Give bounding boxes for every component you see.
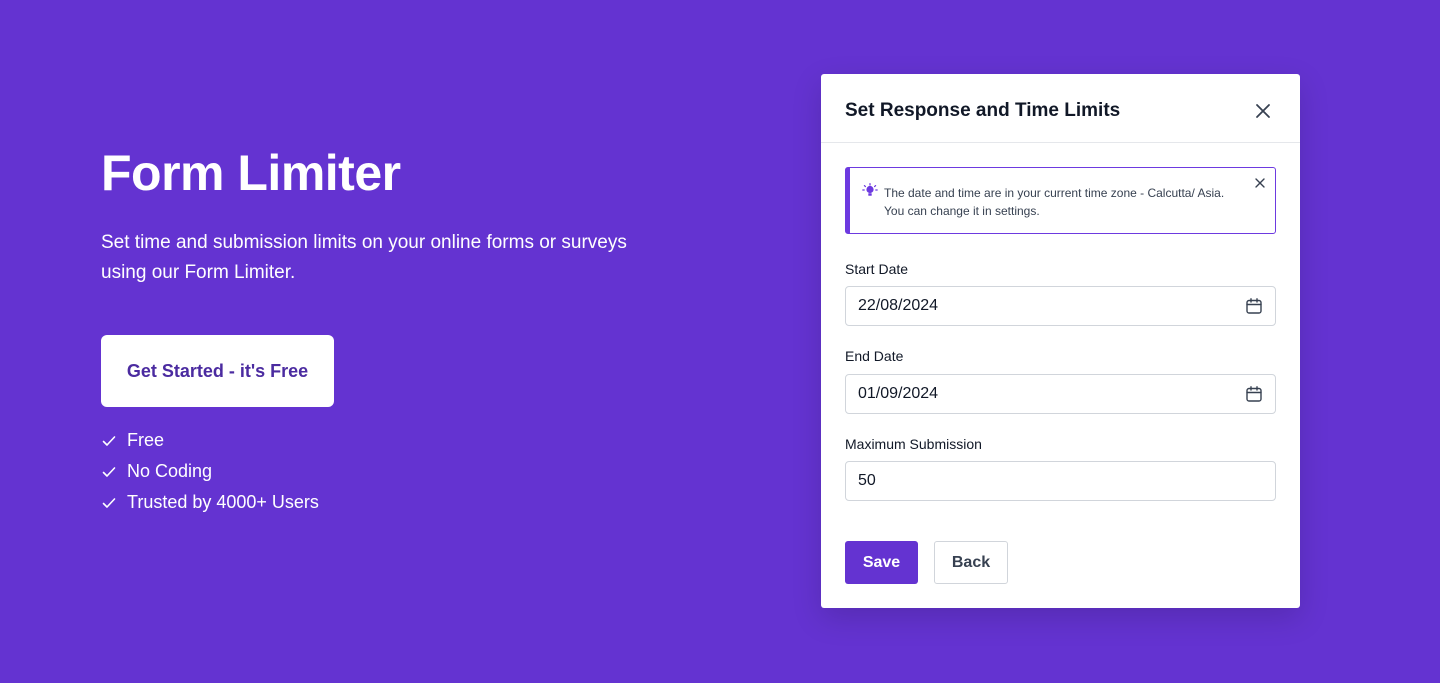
time-limits-modal: Set Response and Time Limits The date an… bbox=[821, 74, 1300, 608]
hero-section: Form Limiter Set time and submission lim… bbox=[101, 140, 661, 288]
end-date-field[interactable] bbox=[845, 374, 1276, 414]
feature-item: Trusted by 4000+ Users bbox=[101, 487, 319, 518]
notice-message: The date and time are in your current ti… bbox=[884, 186, 1225, 218]
end-date-label: End Date bbox=[845, 348, 904, 364]
notice-dismiss-button[interactable] bbox=[1253, 176, 1267, 190]
check-icon bbox=[101, 433, 117, 449]
hero-subtitle: Set time and submission limits on your o… bbox=[101, 232, 627, 283]
feature-item: No Coding bbox=[101, 456, 319, 487]
lightbulb-icon bbox=[862, 183, 878, 199]
get-started-button[interactable]: Get Started - it's Free bbox=[101, 335, 334, 407]
modal-close-button[interactable] bbox=[1254, 102, 1272, 120]
modal-title: Set Response and Time Limits bbox=[845, 100, 1121, 121]
max-submission-input[interactable] bbox=[846, 462, 1275, 500]
feature-label: No Coding bbox=[127, 461, 213, 481]
close-icon bbox=[1256, 104, 1270, 118]
feature-item: Free bbox=[101, 425, 319, 456]
feature-label: Free bbox=[127, 430, 165, 450]
start-date-input[interactable] bbox=[846, 287, 1275, 325]
back-button[interactable]: Back bbox=[934, 541, 1008, 584]
max-submission-field[interactable] bbox=[845, 461, 1276, 501]
max-submission-label: Maximum Submission bbox=[845, 436, 982, 452]
calendar-icon[interactable] bbox=[1245, 385, 1263, 403]
hero-title: Form Limiter bbox=[101, 145, 401, 201]
start-date-field[interactable] bbox=[845, 286, 1276, 326]
modal-header: Set Response and Time Limits bbox=[821, 74, 1300, 143]
end-date-input[interactable] bbox=[846, 375, 1275, 413]
timezone-notice: The date and time are in your current ti… bbox=[845, 167, 1276, 234]
check-icon bbox=[101, 495, 117, 511]
close-icon bbox=[1255, 178, 1265, 188]
check-icon bbox=[101, 464, 117, 480]
save-button[interactable]: Save bbox=[845, 541, 918, 584]
calendar-icon[interactable] bbox=[1245, 297, 1263, 315]
start-date-label: Start Date bbox=[845, 261, 909, 277]
feature-list: Free No Coding Trusted by 4000+ Users bbox=[101, 425, 319, 518]
feature-label: Trusted by 4000+ Users bbox=[127, 492, 319, 512]
